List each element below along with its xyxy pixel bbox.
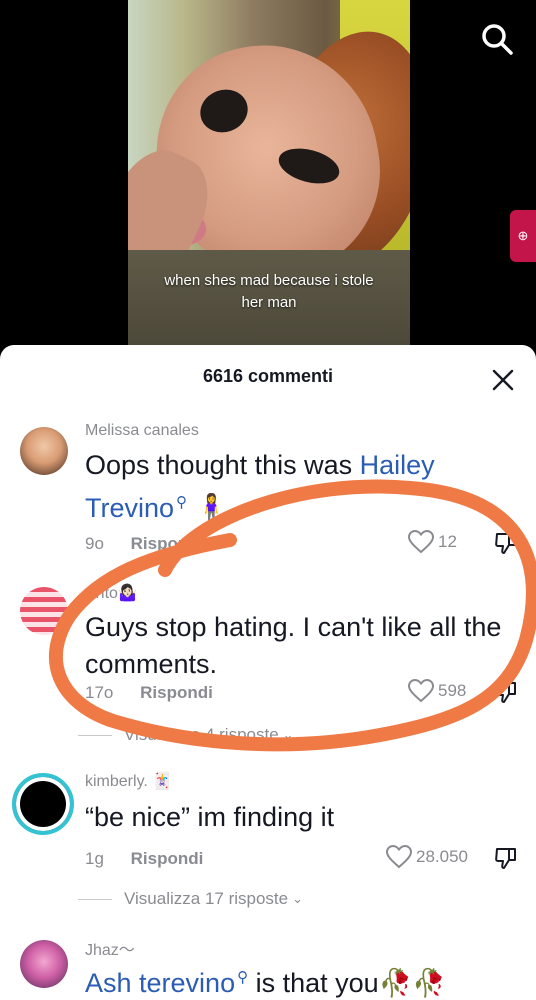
- heart-outline-icon: [408, 679, 434, 703]
- comment-time: 1g: [85, 849, 104, 868]
- chevron-down-icon: ⌄: [292, 891, 304, 906]
- like-count: 28.050: [416, 847, 468, 866]
- comment-text-suffix: is that you🥀🥀: [248, 968, 446, 998]
- comment-meta: 1g Rispondi: [85, 849, 203, 869]
- like-count: 12: [438, 532, 457, 551]
- view-replies-button[interactable]: Visualizza 4 risposte ⌄: [78, 725, 294, 745]
- comment-username[interactable]: kimberly. 🃏: [85, 771, 172, 791]
- comment-item: Anto🤷🏻‍♀️ Guys stop hating. I can't like…: [0, 577, 536, 747]
- comment-item: Jhaz〜 Ash terevino ⚲ is that you🥀🥀: [0, 930, 536, 1000]
- view-replies-label: Visualizza 4 risposte: [124, 725, 279, 744]
- comment-text: “be nice” im finding it: [85, 802, 335, 832]
- like-button[interactable]: 12: [408, 530, 457, 554]
- comments-count-title: 6616 commenti: [202, 366, 334, 386]
- close-icon: [492, 369, 514, 391]
- comments-header: 6616 commenti: [0, 345, 536, 407]
- mention-search-icon[interactable]: ⚲: [237, 969, 248, 986]
- close-button[interactable]: [490, 367, 516, 393]
- reply-button[interactable]: Rispondi: [131, 534, 204, 553]
- search-icon: [482, 24, 513, 55]
- like-button[interactable]: 28.050: [386, 845, 468, 869]
- comment-time: 17o: [85, 683, 114, 702]
- replies-divider: [78, 734, 112, 736]
- chevron-down-icon: ⌄: [282, 727, 294, 742]
- video-player[interactable]: when shes mad because i stole her man: [128, 0, 410, 360]
- like-count: 598: [438, 681, 467, 700]
- heart-outline-icon: [408, 530, 434, 554]
- comment-time: 9o: [85, 534, 104, 553]
- comment-text-suffix: 🧍‍♀️: [187, 493, 229, 523]
- search-button[interactable]: [480, 22, 514, 56]
- reply-button[interactable]: Rispondi: [131, 849, 204, 868]
- view-replies-button[interactable]: Visualizza 17 risposte ⌄: [78, 889, 303, 909]
- comment-text: Ash terevino ⚲ is that you🥀🥀: [85, 959, 506, 1000]
- thumbs-down-icon[interactable]: [494, 680, 518, 704]
- avatar[interactable]: [20, 587, 68, 635]
- comment-username[interactable]: Anto🤷🏻‍♀️: [85, 583, 138, 603]
- heart-outline-icon: [386, 845, 412, 869]
- thumbs-down-icon[interactable]: [494, 846, 518, 870]
- mention-link[interactable]: Ash terevino: [85, 968, 235, 998]
- thumbs-down-icon[interactable]: [494, 531, 518, 555]
- comment-meta: 17o Rispondi: [85, 683, 213, 703]
- comments-sheet: 6616 commenti Melissa canales Oops thoug…: [0, 345, 536, 1000]
- replies-divider: [78, 898, 112, 900]
- avatar[interactable]: [20, 427, 68, 475]
- video-caption: when shes mad because i stole her man: [164, 272, 374, 311]
- avatar[interactable]: [20, 940, 68, 988]
- avatar[interactable]: [12, 773, 74, 835]
- comment-text: Guys stop hating. I can't like all the c…: [85, 612, 502, 679]
- comment-text-prefix: Oops thought this was: [85, 450, 360, 480]
- mention-search-icon[interactable]: ⚲: [176, 494, 187, 511]
- comment-item: Melissa canales Oops thought this was Ha…: [0, 407, 536, 557]
- like-button[interactable]: 598: [408, 679, 466, 703]
- reply-button[interactable]: Rispondi: [140, 683, 213, 702]
- side-tab-button[interactable]: ⊕: [510, 210, 536, 262]
- comment-meta: 9o Rispondi: [85, 534, 203, 554]
- plus-circle-icon: ⊕: [517, 228, 529, 243]
- tiktok-comments-screen: when shes mad because i stole her man ⊕ …: [0, 0, 536, 1000]
- comment-item: kimberly. 🃏 “be nice” im finding it 1g R…: [0, 765, 536, 930]
- comment-text: Oops thought this was Hailey Trevino ⚲ 🧍‍…: [85, 447, 506, 527]
- view-replies-label: Visualizza 17 risposte: [124, 889, 289, 908]
- comment-username[interactable]: Jhaz〜: [85, 936, 135, 960]
- comment-username[interactable]: Melissa canales: [85, 422, 199, 440]
